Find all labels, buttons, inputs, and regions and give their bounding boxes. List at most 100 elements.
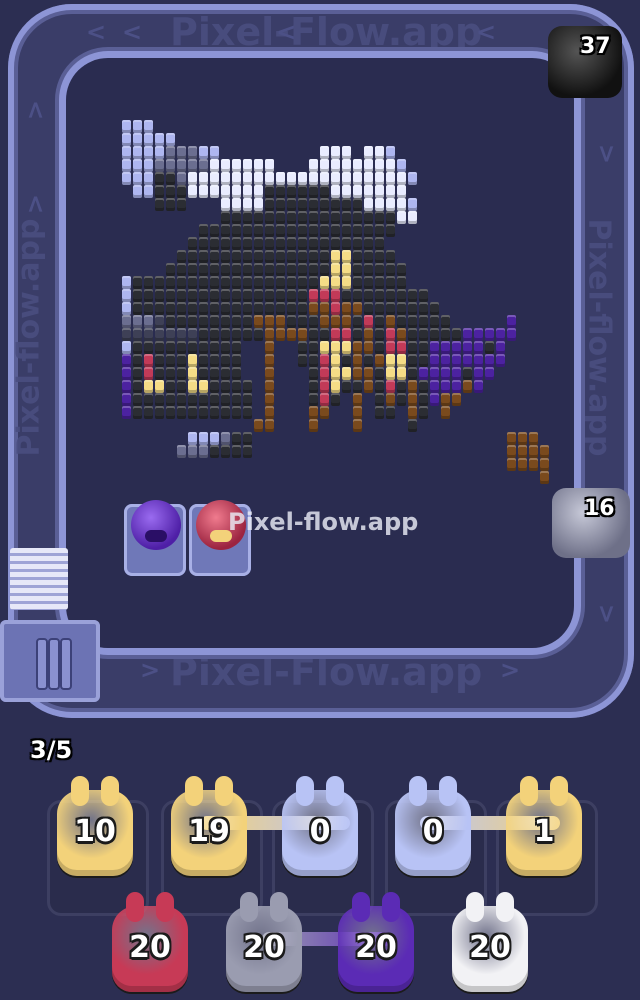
pixel-block xyxy=(474,380,483,393)
pixel-block xyxy=(309,289,318,302)
pixel-block xyxy=(243,159,252,172)
pixel-block xyxy=(188,406,197,419)
pixel-block xyxy=(188,263,197,276)
pixel-block xyxy=(199,185,208,198)
pixel-block xyxy=(199,341,208,354)
bunny-shooter[interactable]: 0 xyxy=(395,776,471,876)
pixel-art-board[interactable] xyxy=(108,116,549,496)
pixel-block xyxy=(122,406,131,419)
pixel-block xyxy=(155,289,164,302)
pixel-block xyxy=(463,341,472,354)
pixel-block xyxy=(276,289,285,302)
pixel-block xyxy=(133,406,142,419)
pixel-block xyxy=(166,263,175,276)
pixel-block xyxy=(419,393,428,406)
pixel-block xyxy=(265,211,274,224)
pixel-block xyxy=(155,185,164,198)
pixel-block xyxy=(452,380,461,393)
pixel-block xyxy=(342,289,351,302)
pixel-block xyxy=(342,250,351,263)
bunny-shooter[interactable]: 19 xyxy=(171,776,247,876)
pixel-block xyxy=(287,302,296,315)
bunny-shooter[interactable]: 1 xyxy=(506,776,582,876)
bunny-shooter[interactable]: 0 xyxy=(282,776,358,876)
pixel-block xyxy=(430,341,439,354)
purple-pig[interactable] xyxy=(131,500,181,550)
pixel-block xyxy=(397,302,406,315)
pixel-block xyxy=(375,185,384,198)
pixel-block xyxy=(232,302,241,315)
pixel-block xyxy=(188,380,197,393)
pixel-block xyxy=(232,224,241,237)
pixel-block xyxy=(265,172,274,185)
pixel-block xyxy=(342,237,351,250)
pixel-block xyxy=(353,302,362,315)
bunny-count: 19 xyxy=(188,814,230,849)
pixel-block xyxy=(386,302,395,315)
bunny-shooter[interactable]: 10 xyxy=(57,776,133,876)
pixel-block xyxy=(309,263,318,276)
pixel-block xyxy=(342,302,351,315)
pixel-block xyxy=(177,445,186,458)
pixel-block xyxy=(408,302,417,315)
pixel-block xyxy=(188,289,197,302)
pixel-block xyxy=(221,393,230,406)
pixel-block xyxy=(188,445,197,458)
pixel-block xyxy=(408,328,417,341)
pixel-block xyxy=(287,250,296,263)
pixel-block xyxy=(177,406,186,419)
pixel-block xyxy=(155,315,164,328)
pixel-block xyxy=(166,146,175,159)
pixel-block xyxy=(353,211,362,224)
pixel-block xyxy=(177,276,186,289)
pixel-block xyxy=(320,328,329,341)
pixel-block xyxy=(353,354,362,367)
pixel-block xyxy=(298,185,307,198)
ammo-dispenser[interactable] xyxy=(0,620,100,702)
bunny-shooter[interactable]: 20 xyxy=(112,892,188,992)
pixel-block xyxy=(265,159,274,172)
pixel-block xyxy=(430,393,439,406)
pixel-block xyxy=(386,185,395,198)
pixel-block xyxy=(221,380,230,393)
pixel-block xyxy=(265,263,274,276)
pixel-block xyxy=(375,263,384,276)
pixel-block xyxy=(276,276,285,289)
pixel-block xyxy=(419,289,428,302)
pixel-block xyxy=(210,224,219,237)
pixel-block xyxy=(199,224,208,237)
pixel-block xyxy=(265,419,274,432)
bunny-shooter[interactable]: 20 xyxy=(452,892,528,992)
pixel-block xyxy=(177,250,186,263)
pixel-block xyxy=(210,445,219,458)
pixel-block xyxy=(221,198,230,211)
pixel-block xyxy=(419,406,428,419)
pixel-block xyxy=(254,250,263,263)
bunny-shooter[interactable]: 20 xyxy=(226,892,302,992)
pixel-block xyxy=(199,380,208,393)
pixel-block xyxy=(364,146,373,159)
pixel-block xyxy=(364,185,373,198)
bunny-shooter[interactable]: 20 xyxy=(338,892,414,992)
pixel-block xyxy=(375,341,384,354)
pixel-block xyxy=(419,315,428,328)
pixel-block xyxy=(309,341,318,354)
pixel-block xyxy=(166,172,175,185)
pixel-block xyxy=(221,211,230,224)
pixel-block xyxy=(397,393,406,406)
pixel-block xyxy=(210,159,219,172)
pixel-block xyxy=(386,146,395,159)
pixel-block xyxy=(166,276,175,289)
pixel-block xyxy=(210,250,219,263)
pixel-block xyxy=(320,315,329,328)
pixel-block xyxy=(397,276,406,289)
pixel-block xyxy=(397,367,406,380)
pixel-block xyxy=(265,354,274,367)
pixel-block xyxy=(232,276,241,289)
pixel-block xyxy=(276,185,285,198)
pixel-block xyxy=(320,146,329,159)
pixel-block xyxy=(452,393,461,406)
pixel-block xyxy=(364,198,373,211)
pixel-block xyxy=(199,354,208,367)
pixel-block xyxy=(166,406,175,419)
